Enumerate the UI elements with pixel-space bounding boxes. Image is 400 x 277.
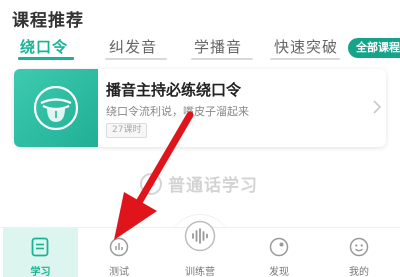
nav-item-training-camp[interactable]: 训练营	[162, 220, 238, 277]
course-tabs: 绕口令 纠发音 学播音 快速突破	[0, 36, 400, 62]
all-courses-button[interactable]: 全部课程	[348, 38, 400, 58]
nav-item-study[interactable]: 学习	[3, 228, 78, 277]
chevron-right-icon	[373, 100, 382, 114]
discover-icon	[269, 237, 289, 257]
course-thumbnail	[14, 69, 98, 147]
watermark: 普通话学习	[140, 171, 258, 196]
profile-icon	[349, 237, 369, 257]
nav-label-training-camp: 训练营	[185, 267, 215, 277]
course-card[interactable]: 播音主持必练绕口令 绕口令流利说，嘴皮子溜起来 27课时	[14, 69, 386, 147]
tongue-icon	[33, 85, 79, 131]
tab-raokouling[interactable]: 绕口令	[20, 36, 68, 57]
tab-xueboyin-underline	[191, 58, 253, 60]
tab-xueboyin[interactable]: 学播音	[194, 36, 242, 57]
course-description: 绕口令流利说，嘴皮子溜起来	[106, 105, 249, 118]
bottom-nav: 学习 测试 训练营 发现 我的	[0, 220, 400, 277]
book-icon	[31, 237, 49, 257]
nav-label-test: 测试	[109, 267, 129, 277]
tab-kuaisutupo-underline	[270, 58, 340, 60]
tab-kuaisutupo[interactable]: 快速突破	[274, 36, 338, 57]
section-title: 课程推荐	[12, 11, 84, 31]
watermark-text: 普通话学习	[168, 176, 258, 196]
nav-label-discover: 发现	[269, 267, 289, 277]
course-title: 播音主持必练绕口令	[106, 81, 242, 99]
lesson-count-badge: 27课时	[106, 123, 148, 138]
watermark-logo-icon	[140, 172, 162, 195]
voice-wave-icon	[184, 220, 216, 252]
nav-label-study: 学习	[30, 267, 51, 277]
tab-raokouling-underline	[18, 57, 74, 60]
tab-jiufayin[interactable]: 纠发音	[109, 36, 157, 57]
chart-icon	[109, 237, 129, 257]
nav-item-test[interactable]: 测试	[80, 228, 158, 277]
tab-jiufayin-underline	[105, 58, 167, 60]
nav-item-profile[interactable]: 我的	[320, 228, 398, 277]
nav-item-discover[interactable]: 发现	[240, 228, 318, 277]
nav-label-profile: 我的	[349, 267, 369, 277]
